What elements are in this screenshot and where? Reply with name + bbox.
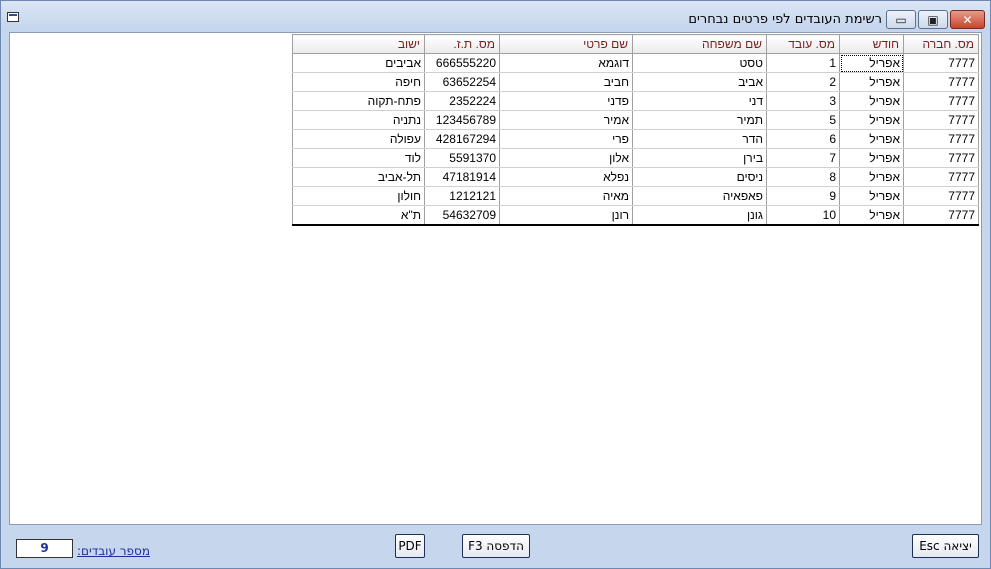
table-row[interactable]: 7777 אפריל 5 תמיר אמיר 123456789 נתניה xyxy=(292,110,979,130)
table-row[interactable]: 7777 אפריל 7 בירן אלון 5591370 לוד xyxy=(292,148,979,168)
cell-last-name[interactable]: הדר xyxy=(632,129,767,149)
cell-employee-no[interactable]: 1 xyxy=(766,53,840,73)
table-row[interactable]: 7777 אפריל 10 גונן רונן 54632709 ת"א xyxy=(292,205,979,226)
table-row[interactable]: 7777 אפריל 8 ניסים נפלא 47181914 תל-אביב xyxy=(292,167,979,187)
print-button[interactable]: הדפסה F3 xyxy=(462,534,530,558)
cell-employee-no[interactable]: 10 xyxy=(766,205,840,226)
table-header-row: מס. חברה חודש מס. עובד שם משפחה שם פרטי … xyxy=(292,34,979,54)
cell-company[interactable]: 7777 xyxy=(903,148,979,168)
cell-first-name[interactable]: אמיר xyxy=(499,110,633,130)
cell-city[interactable]: אביבים xyxy=(292,53,425,73)
table-row[interactable]: 7777 אפריל 2 אביב חביב 63652254 חיפה xyxy=(292,72,979,92)
bottom-bar: יציאה Esc הדפסה F3 PDF מספר עובדים: 9 xyxy=(1,526,990,568)
cell-last-name[interactable]: אביב xyxy=(632,72,767,92)
cell-last-name[interactable]: פאפאיה xyxy=(632,186,767,206)
cell-id-number[interactable]: 54632709 xyxy=(424,205,500,226)
report-area: מס. חברה חודש מס. עובד שם משפחה שם פרטי … xyxy=(9,32,982,525)
employee-count-value: 9 xyxy=(16,539,73,558)
cell-city[interactable]: תל-אביב xyxy=(292,167,425,187)
cell-id-number[interactable]: 5591370 xyxy=(424,148,500,168)
cell-employee-no[interactable]: 9 xyxy=(766,186,840,206)
employee-count-label: מספר עובדים: xyxy=(77,544,150,558)
cell-month[interactable]: אפריל xyxy=(839,129,904,149)
cell-month[interactable]: אפריל xyxy=(839,205,904,226)
cell-last-name[interactable]: גונן xyxy=(632,205,767,226)
cell-company[interactable]: 7777 xyxy=(903,72,979,92)
window-title: רשימת העובדים לפי פרטים נבחרים xyxy=(688,12,882,27)
cell-company[interactable]: 7777 xyxy=(903,110,979,130)
cell-month[interactable]: אפריל xyxy=(839,148,904,168)
cell-month[interactable]: אפריל xyxy=(839,53,904,73)
cell-employee-no[interactable]: 3 xyxy=(766,91,840,111)
cell-id-number[interactable]: 428167294 xyxy=(424,129,500,149)
cell-last-name[interactable]: דני xyxy=(632,91,767,111)
pdf-button[interactable]: PDF xyxy=(395,534,425,558)
cell-employee-no[interactable]: 7 xyxy=(766,148,840,168)
cell-last-name[interactable]: טסט xyxy=(632,53,767,73)
cell-first-name[interactable]: מאיה xyxy=(499,186,633,206)
cell-first-name[interactable]: אלון xyxy=(499,148,633,168)
cell-last-name[interactable]: ניסים xyxy=(632,167,767,187)
cell-company[interactable]: 7777 xyxy=(903,91,979,111)
cell-id-number[interactable]: 1212121 xyxy=(424,186,500,206)
cell-company[interactable]: 7777 xyxy=(903,129,979,149)
cell-id-number[interactable]: 666555220 xyxy=(424,53,500,73)
cell-last-name[interactable]: תמיר xyxy=(632,110,767,130)
cell-month[interactable]: אפריל xyxy=(839,72,904,92)
table-row[interactable]: 7777 אפריל 6 הדר פרי 428167294 עפולה xyxy=(292,129,979,149)
cell-first-name[interactable]: דוגמא xyxy=(499,53,633,73)
minimize-button[interactable]: ▭ xyxy=(886,10,916,29)
cell-city[interactable]: חיפה xyxy=(292,72,425,92)
cell-employee-no[interactable]: 8 xyxy=(766,167,840,187)
cell-id-number[interactable]: 123456789 xyxy=(424,110,500,130)
minimize-icon: ▭ xyxy=(895,12,907,27)
maximize-icon: ▣ xyxy=(927,12,939,27)
cell-id-number[interactable]: 2352224 xyxy=(424,91,500,111)
cell-city[interactable]: לוד xyxy=(292,148,425,168)
cell-last-name[interactable]: בירן xyxy=(632,148,767,168)
cell-city[interactable]: חולון xyxy=(292,186,425,206)
employee-table: מס. חברה חודש מס. עובד שם משפחה שם פרטי … xyxy=(292,34,979,226)
app-window: רשימת העובדים לפי פרטים נבחרים ▭ ▣ ✕ מס.… xyxy=(0,0,991,569)
col-header-id-number[interactable]: מס. ת.ז. xyxy=(424,34,500,54)
cell-city[interactable]: פתח-תקוה xyxy=(292,91,425,111)
cell-city[interactable]: נתניה xyxy=(292,110,425,130)
close-icon: ✕ xyxy=(962,12,973,27)
cell-city[interactable]: ת"א xyxy=(292,205,425,226)
exit-button[interactable]: יציאה Esc xyxy=(912,534,979,558)
cell-month[interactable]: אפריל xyxy=(839,167,904,187)
cell-first-name[interactable]: פדני xyxy=(499,91,633,111)
app-icon[interactable] xyxy=(7,12,19,22)
col-header-last-name[interactable]: שם משפחה xyxy=(632,34,767,54)
cell-employee-no[interactable]: 5 xyxy=(766,110,840,130)
cell-city[interactable]: עפולה xyxy=(292,129,425,149)
cell-first-name[interactable]: פרי xyxy=(499,129,633,149)
cell-month[interactable]: אפריל xyxy=(839,91,904,111)
close-button[interactable]: ✕ xyxy=(950,10,985,29)
cell-first-name[interactable]: רונן xyxy=(499,205,633,226)
maximize-button[interactable]: ▣ xyxy=(918,10,948,29)
cell-company[interactable]: 7777 xyxy=(903,167,979,187)
col-header-company[interactable]: מס. חברה xyxy=(903,34,979,54)
col-header-first-name[interactable]: שם פרטי xyxy=(499,34,633,54)
cell-month[interactable]: אפריל xyxy=(839,110,904,130)
col-header-month[interactable]: חודש xyxy=(839,34,904,54)
col-header-employee-no[interactable]: מס. עובד xyxy=(766,34,840,54)
table-row[interactable]: 7777 אפריל 3 דני פדני 2352224 פתח-תקוה xyxy=(292,91,979,111)
cell-company[interactable]: 7777 xyxy=(903,205,979,226)
cell-first-name[interactable]: נפלא xyxy=(499,167,633,187)
cell-company[interactable]: 7777 xyxy=(903,53,979,73)
cell-month[interactable]: אפריל xyxy=(839,186,904,206)
cell-company[interactable]: 7777 xyxy=(903,186,979,206)
cell-employee-no[interactable]: 6 xyxy=(766,129,840,149)
title-bar[interactable]: רשימת העובדים לפי פרטים נבחרים ▭ ▣ ✕ xyxy=(1,1,990,31)
cell-id-number[interactable]: 47181914 xyxy=(424,167,500,187)
cell-id-number[interactable]: 63652254 xyxy=(424,72,500,92)
table-row[interactable]: 7777 אפריל 1 טסט דוגמא 666555220 אביבים xyxy=(292,53,979,73)
cell-first-name[interactable]: חביב xyxy=(499,72,633,92)
col-header-city[interactable]: ישוב xyxy=(292,34,425,54)
cell-employee-no[interactable]: 2 xyxy=(766,72,840,92)
table-row[interactable]: 7777 אפריל 9 פאפאיה מאיה 1212121 חולון xyxy=(292,186,979,206)
